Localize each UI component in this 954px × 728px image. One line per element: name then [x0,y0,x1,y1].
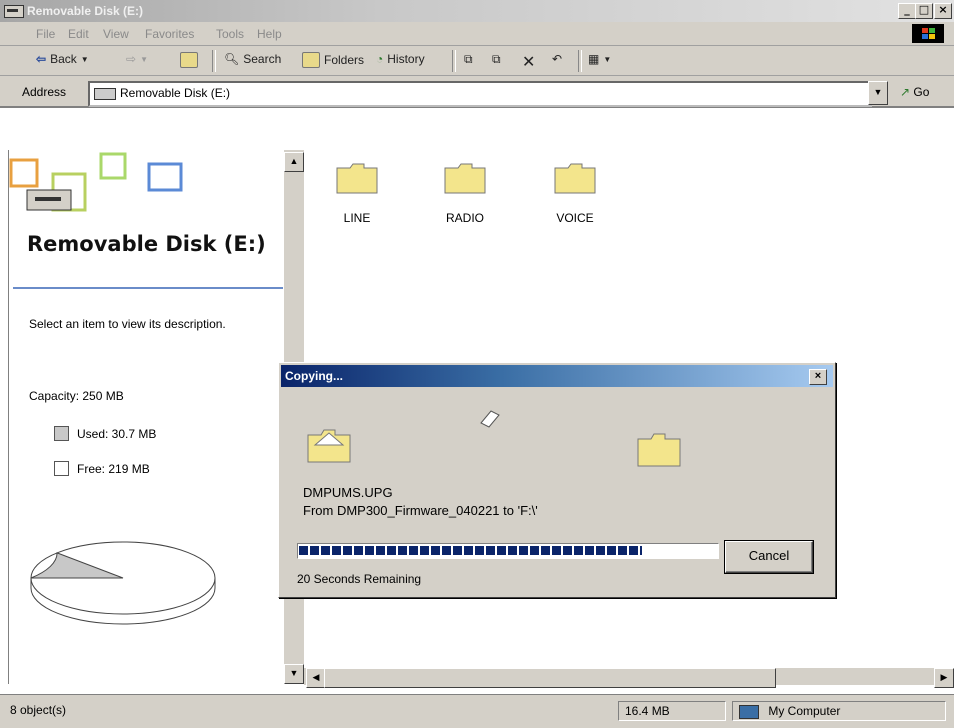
menu-edit[interactable]: Edit [68,27,89,41]
menu-favorites[interactable]: Favorites [145,27,194,41]
disk-usage-pie-chart [30,541,216,625]
dropdown-arrow-icon: ▼ [80,54,89,64]
folders-label: Folders [324,53,365,67]
delete-button[interactable]: ✕ [522,52,535,72]
forward-arrow-icon: ⇨ [126,52,137,66]
history-button[interactable]: ◔ History [376,52,425,66]
capacity-text: Capacity: 250 MB [29,389,124,403]
up-folder-button[interactable] [180,52,198,68]
pane-description: Select an item to view its description. [29,317,226,331]
drive-icon [94,88,116,100]
up-folder-icon [180,52,198,68]
search-icon: 🔍︎ [224,52,240,66]
status-bar: 8 object(s) 16.4 MB My Computer [0,694,954,728]
address-label: Address [22,85,67,99]
close-button[interactable]: × [934,3,952,19]
folder-icon [444,163,486,194]
menu-bar: File Edit View Favorites Tools Help [0,22,954,46]
folder-item[interactable]: LINE [322,162,392,225]
folder-icon [336,163,378,194]
window-title: Removable Disk (E:) [27,4,144,18]
computer-icon [739,704,759,719]
scroll-down-button[interactable]: ▼ [284,664,304,684]
toolbar: ⇦ Back ▼ ⇨ ▼ 🔍︎ Search Folders ◔ History… [0,46,954,76]
scroll-left-button[interactable]: ◀ [306,668,326,688]
move-to-button[interactable]: ⧉ [464,52,473,67]
free-legend: Free: 219 MB [54,461,150,476]
used-swatch [54,426,69,441]
maximize-button[interactable]: □ [915,3,933,19]
scroll-up-button[interactable]: ▲ [284,152,304,172]
folder-name: RADIO [445,211,484,225]
copy-progress-bar [297,543,719,559]
go-button[interactable]: ↗ Go [900,85,929,99]
location-label: My Computer [768,704,841,718]
back-arrow-icon: ⇦ [36,52,47,66]
copy-to-button[interactable]: ⧉ [492,52,501,67]
windows-logo-icon [912,24,944,43]
dialog-title-bar[interactable]: Copying... × [281,365,833,387]
drive-icon [4,5,24,18]
folder-name: VOICE [556,211,594,225]
copy-to-icon: ⧉ [492,52,501,66]
dropdown-arrow-icon: ▼ [140,54,148,64]
window-title-bar[interactable]: Removable Disk (E:) _ □ × [0,0,954,22]
time-remaining: 20 Seconds Remaining [297,572,422,586]
address-value: Removable Disk (E:) [120,86,231,100]
copy-progress-dialog: Copying... × DMPUMS.UPG From DMP300_Firm… [278,362,836,598]
destination-folder-icon [637,433,681,467]
location-zone: My Computer [732,701,946,721]
menu-tools[interactable]: Tools [216,27,244,41]
search-label: Search [243,52,282,66]
folder-item[interactable]: VOICE [540,162,610,225]
address-input[interactable]: Removable Disk (E:) [88,81,872,107]
folders-button[interactable]: Folders [302,52,364,68]
menu-file[interactable]: File [36,27,55,41]
menu-help[interactable]: Help [257,27,282,41]
file-list-scrollbar[interactable]: ◀ ▶ [304,667,954,688]
back-label: Back [50,52,77,66]
minimize-button[interactable]: _ [898,3,916,19]
free-swatch [54,461,69,476]
menu-view[interactable]: View [103,27,129,41]
copying-filename: DMPUMS.UPG [303,485,393,500]
scroll-right-button[interactable]: ▶ [934,668,954,688]
dialog-title: Copying... [285,369,343,383]
info-pane: Removable Disk (E:) Select an item to vi… [8,150,284,684]
forward-button[interactable]: ⇨ ▼ [126,52,148,66]
source-folder-icon [307,429,351,463]
drive-banner-icon [9,152,183,212]
dropdown-arrow-icon: ▼ [603,54,612,64]
progress-fill [299,546,642,555]
address-bar: Address Removable Disk (E:) ▼ ↗ Go [0,76,954,108]
folders-icon [302,52,320,68]
dialog-close-button[interactable]: × [809,369,827,385]
back-button[interactable]: ⇦ Back ▼ [36,52,89,66]
folder-item[interactable]: RADIO [430,162,500,225]
flying-paper-icon [480,410,500,428]
folder-name: LINE [343,211,371,225]
used-text: Used: 30.7 MB [77,426,157,441]
go-label: Go [913,85,930,99]
used-legend: Used: 30.7 MB [54,426,156,441]
scroll-thumb[interactable] [324,668,776,688]
address-dropdown-button[interactable]: ▼ [868,81,888,105]
search-button[interactable]: 🔍︎ Search [224,52,281,66]
undo-button[interactable]: ↶ [552,52,562,66]
object-count: 8 object(s) [10,703,67,717]
copying-source-destination: From DMP300_Firmware_040221 to 'F:\' [303,503,538,518]
pane-title: Removable Disk (E:) [27,232,266,256]
delete-icon: ✕ [522,54,536,71]
views-button[interactable]: ▦ ▼ [588,52,611,66]
undo-icon: ↶ [552,52,563,66]
free-text: Free: 219 MB [77,461,150,476]
folder-icon [554,163,596,194]
views-icon: ▦ [588,52,600,66]
history-icon: ◔ [376,52,384,66]
cancel-button[interactable]: Cancel [725,541,813,573]
go-arrow-icon: ↗ [900,85,911,99]
history-label: History [387,52,425,66]
move-to-icon: ⧉ [464,52,473,66]
selection-size: 16.4 MB [618,701,726,721]
